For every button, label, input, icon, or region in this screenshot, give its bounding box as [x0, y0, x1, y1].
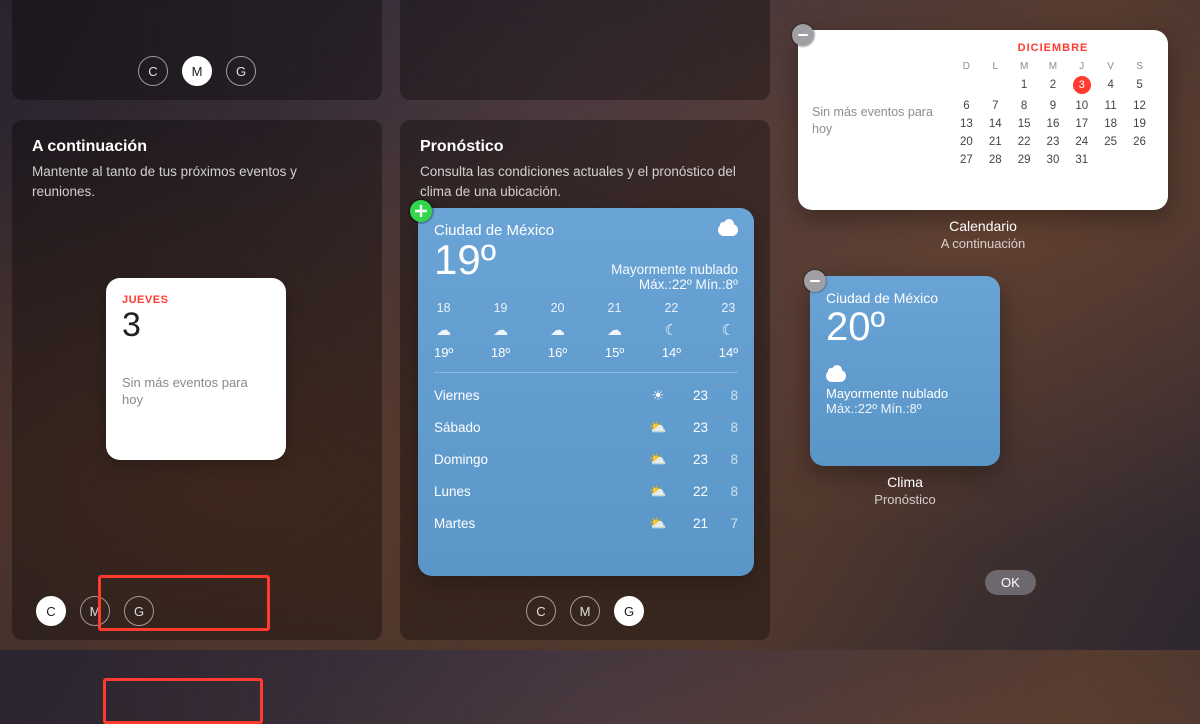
hour-col: 20☁16º	[548, 301, 567, 360]
next-desc: Mantente al tanto de tus próximos evento…	[32, 162, 362, 201]
size-c[interactable]: C	[526, 596, 556, 626]
size-bar: C M G	[12, 56, 382, 86]
calendar-small-day: 3	[122, 308, 270, 344]
calendar-month-name: DICIEMBRE	[952, 42, 1154, 54]
forecast-title: Pronóstico	[420, 138, 750, 156]
calendar-month-msg: Sin más eventos para hoy	[812, 104, 952, 139]
calendar-small-msg: Sin más eventos para hoy	[122, 374, 270, 409]
size-g[interactable]: G	[226, 56, 256, 86]
forecast-desc: Consulta las condiciones actuales y el p…	[420, 162, 750, 201]
weather-cond: Mayormente nublado Máx.:22º Mín.:8º	[611, 262, 738, 292]
widget-tile-top-right	[400, 0, 770, 100]
weather-city: Ciudad de México	[826, 290, 984, 306]
add-icon[interactable]	[410, 200, 432, 222]
cloud-icon	[718, 224, 738, 236]
hourly-row: 18☁19º 19☁18º 20☁16º 21☁15º 22☾14º 23☾14º	[434, 301, 738, 373]
widget-tile-next: A continuación Mantente al tanto de tus …	[12, 120, 382, 640]
weather-small-widget[interactable]: Ciudad de México 20º Mayormente nublado …	[810, 276, 1000, 466]
calendar-small-widget[interactable]: JUEVES 3 Sin más eventos para hoy	[106, 278, 286, 460]
hour-col: 23☾14º	[719, 301, 738, 360]
size-c[interactable]: C	[36, 596, 66, 626]
highlight-annotation	[103, 678, 263, 724]
day-row: Domingo⛅238	[434, 443, 738, 475]
size-g[interactable]: G	[124, 596, 154, 626]
calendar-month-widget[interactable]: Sin más eventos para hoy DICIEMBRE DLMMJ…	[798, 30, 1168, 210]
day-row: Lunes⛅228	[434, 475, 738, 507]
size-m[interactable]: M	[570, 596, 600, 626]
calendar-grid: DLMMJVS123456789101112131415161718192021…	[952, 60, 1154, 169]
size-g[interactable]: G	[614, 596, 644, 626]
weather-temp: 20º	[826, 306, 984, 348]
day-row: Sábado⛅238	[434, 411, 738, 443]
remove-icon[interactable]	[792, 24, 814, 46]
hour-col: 22☾14º	[662, 301, 681, 360]
ok-button[interactable]: OK	[985, 570, 1036, 595]
widget-caption: Clima Pronóstico	[810, 474, 1000, 507]
remove-icon[interactable]	[804, 270, 826, 292]
size-m[interactable]: M	[80, 596, 110, 626]
widget-tile-forecast: Pronóstico Consulta las condiciones actu…	[400, 120, 770, 640]
size-c[interactable]: C	[138, 56, 168, 86]
weather-cond: Mayormente nublado	[826, 386, 984, 401]
calendar-small-dow: JUEVES	[122, 294, 270, 306]
day-row: Viernes☀238	[434, 379, 738, 411]
hour-col: 21☁15º	[605, 301, 624, 360]
hour-col: 19☁18º	[491, 301, 510, 360]
hour-col: 18☁19º	[434, 301, 453, 360]
size-m[interactable]: M	[182, 56, 212, 86]
cloud-icon	[826, 370, 846, 382]
day-row: Martes⛅217	[434, 507, 738, 539]
weather-minmax: Máx.:22º Mín.:8º	[826, 401, 984, 416]
widget-tile-top: C M G	[12, 0, 382, 100]
daily-list: Viernes☀238Sábado⛅238Domingo⛅238Lunes⛅22…	[434, 379, 738, 539]
widget-caption: Calendario A continuación	[798, 218, 1168, 251]
size-bar: C M G	[12, 596, 382, 626]
size-bar: C M G	[400, 596, 770, 626]
next-title: A continuación	[32, 138, 362, 156]
weather-large-widget[interactable]: Ciudad de México 19º Mayormente nublado …	[418, 208, 754, 576]
